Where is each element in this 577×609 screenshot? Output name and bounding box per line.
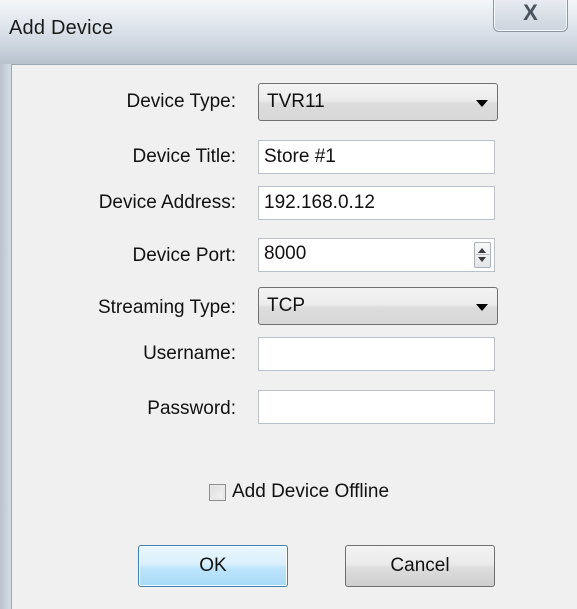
password-label: Password: [147,398,236,419]
chevron-down-icon [476,100,488,107]
device-address-input[interactable]: 192.168.0.12 [258,186,495,220]
ok-button[interactable]: OK [138,545,288,587]
device-title-label: Device Title: [132,146,236,167]
title-bar[interactable]: Add Device X [0,0,577,64]
window-title: Add Device [9,17,114,39]
chevron-down-icon [476,304,488,311]
streaming-type-value: TCP [267,295,305,316]
close-button[interactable]: X [493,0,568,32]
username-label: Username: [143,343,236,364]
close-icon: X [523,0,538,25]
device-port-value: 8000 [264,243,307,264]
device-title-input[interactable]: Store #1 [258,140,495,174]
device-address-label: Device Address: [98,192,236,213]
spin-up-icon[interactable] [478,248,486,253]
streaming-type-dropdown[interactable]: TCP [258,287,498,325]
cancel-button[interactable]: Cancel [345,545,495,587]
device-type-value: TVR11 [267,91,325,112]
username-input[interactable] [258,337,495,371]
device-port-stepper[interactable]: 8000 [258,238,495,272]
add-offline-label[interactable]: Add Device Offline [232,481,389,503]
password-input[interactable] [258,390,495,424]
spin-divider [476,254,489,255]
device-type-dropdown[interactable]: TVR11 [258,83,498,121]
spin-up-down-icon[interactable] [474,242,491,268]
spin-down-icon[interactable] [478,257,486,262]
streaming-type-label: Streaming Type: [97,297,236,318]
device-port-label: Device Port: [132,245,236,266]
add-offline-checkbox[interactable] [209,484,226,501]
device-type-label: Device Type: [126,91,236,112]
